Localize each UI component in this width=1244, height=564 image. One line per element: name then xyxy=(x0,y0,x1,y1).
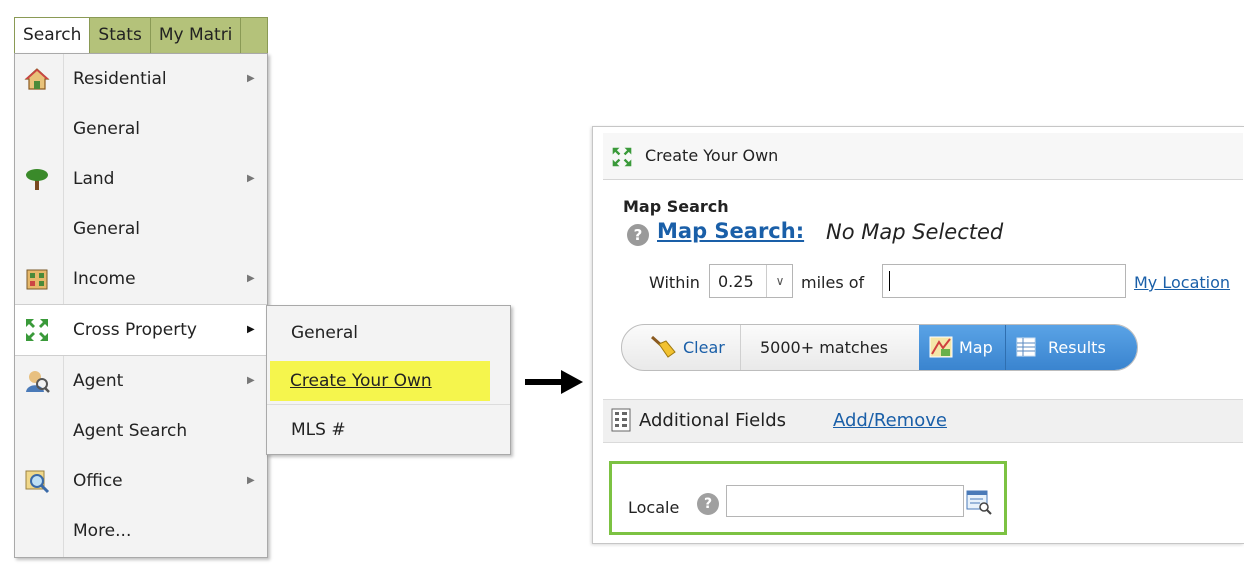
additional-fields-bar: Additional Fields Add/Remove xyxy=(603,399,1243,443)
clear-label: Clear xyxy=(683,338,725,357)
menu-item-label: Agent Search xyxy=(73,421,188,441)
menu-item-label: Agent xyxy=(73,371,124,391)
menu-item-office[interactable]: Office ▶ xyxy=(15,456,267,506)
submenu-arrow-icon: ▶ xyxy=(247,324,255,335)
submenu-item-general[interactable]: General xyxy=(267,308,510,358)
menu-item-label: Cross Property xyxy=(73,320,197,340)
radius-value: 0.25 xyxy=(718,272,754,291)
submenu-item-label: MLS # xyxy=(291,420,346,440)
location-input[interactable] xyxy=(882,264,1126,298)
right-arrow-icon xyxy=(525,370,583,394)
help-icon[interactable]: ? xyxy=(627,224,649,246)
menu-item-agent[interactable]: Agent ▶ xyxy=(15,356,267,406)
my-location-link[interactable]: My Location xyxy=(1134,273,1230,292)
results-button[interactable]: Results xyxy=(1006,325,1137,370)
help-icon[interactable]: ? xyxy=(697,493,719,515)
fields-list-icon xyxy=(611,408,631,432)
locale-input[interactable] xyxy=(726,485,964,517)
menu-item-label: More... xyxy=(73,521,132,541)
map-section-title: Map Search xyxy=(623,197,729,216)
create-your-own-panel: Create Your Own Map Search ? Map Search:… xyxy=(592,126,1244,544)
tree-icon xyxy=(26,169,48,190)
match-count: 5000+ matches xyxy=(760,338,888,357)
lookup-list-icon[interactable] xyxy=(966,489,992,515)
menu-item-land[interactable]: Land ▶ xyxy=(15,154,267,204)
broom-icon xyxy=(650,335,676,358)
search-action-bar: Clear 5000+ matches Map Results xyxy=(621,324,1138,371)
menu-item-land-general[interactable]: General xyxy=(15,204,267,254)
panel-title: Create Your Own xyxy=(645,146,779,165)
miles-of-label: miles of xyxy=(801,273,865,292)
tab-stats[interactable]: Stats xyxy=(90,18,151,53)
tab-my-matrix[interactable]: My Matri xyxy=(151,18,242,53)
menu-item-cross-property[interactable]: Cross Property ▶ xyxy=(15,304,267,356)
submenu-arrow-icon: ▶ xyxy=(247,273,255,284)
submenu-item-label: Create Your Own xyxy=(290,371,432,391)
submenu-arrow-icon: ▶ xyxy=(247,173,255,184)
expand-arrows-icon xyxy=(612,147,632,167)
panel-header: Create Your Own xyxy=(603,133,1243,180)
clear-button[interactable]: Clear xyxy=(622,325,741,370)
menu-item-label: Office xyxy=(73,471,123,491)
menu-item-label: Land xyxy=(73,169,115,189)
text-caret xyxy=(889,271,890,291)
submenu-arrow-icon: ▶ xyxy=(247,73,255,84)
submenu-arrow-icon: ▶ xyxy=(247,475,255,486)
submenu-item-mls-number[interactable]: MLS # xyxy=(267,404,510,455)
menu-item-income[interactable]: Income ▶ xyxy=(15,254,267,304)
locale-highlight-box: Locale ? xyxy=(609,461,1007,535)
menu-item-label: Residential xyxy=(73,69,167,89)
add-remove-link[interactable]: Add/Remove xyxy=(833,410,947,431)
results-label: Results xyxy=(1048,338,1106,357)
locale-label: Locale xyxy=(628,498,680,517)
menu-item-label: General xyxy=(73,119,140,139)
map-label: Map xyxy=(959,338,993,357)
additional-fields-label: Additional Fields xyxy=(639,410,787,431)
menu-tab-bar: Search Stats My Matri xyxy=(14,17,268,54)
menu-item-more[interactable]: More... xyxy=(15,506,267,556)
map-icon xyxy=(929,336,953,358)
submenu-arrow-icon: ▶ xyxy=(247,375,255,386)
map-search-link[interactable]: Map Search: xyxy=(657,219,804,243)
search-menu: Residential ▶ General Land ▶ General Inc… xyxy=(14,53,268,558)
agent-icon xyxy=(26,371,50,393)
menu-item-residential-general[interactable]: General xyxy=(15,104,267,154)
map-button[interactable]: Map xyxy=(919,325,1006,370)
table-icon xyxy=(1016,337,1036,357)
submenu-item-label: General xyxy=(291,323,358,343)
map-status: No Map Selected xyxy=(826,220,1004,244)
income-building-icon xyxy=(26,269,48,290)
menu-item-label: General xyxy=(73,219,140,239)
menu-item-label: Income xyxy=(73,269,136,289)
expand-arrows-icon xyxy=(26,319,48,341)
menu-item-agent-search[interactable]: Agent Search xyxy=(15,406,267,456)
house-icon xyxy=(24,68,50,90)
tab-search[interactable]: Search xyxy=(15,18,91,53)
chevron-down-icon[interactable]: ∨ xyxy=(766,265,793,297)
office-magnifier-icon xyxy=(25,470,50,494)
cross-property-submenu: General Create Your Own MLS # xyxy=(266,305,511,455)
menu-item-residential[interactable]: Residential ▶ xyxy=(15,54,267,104)
radius-select[interactable]: 0.25 ∨ xyxy=(709,264,793,298)
within-label: Within xyxy=(649,273,700,292)
submenu-item-create-your-own[interactable]: Create Your Own xyxy=(270,361,490,401)
